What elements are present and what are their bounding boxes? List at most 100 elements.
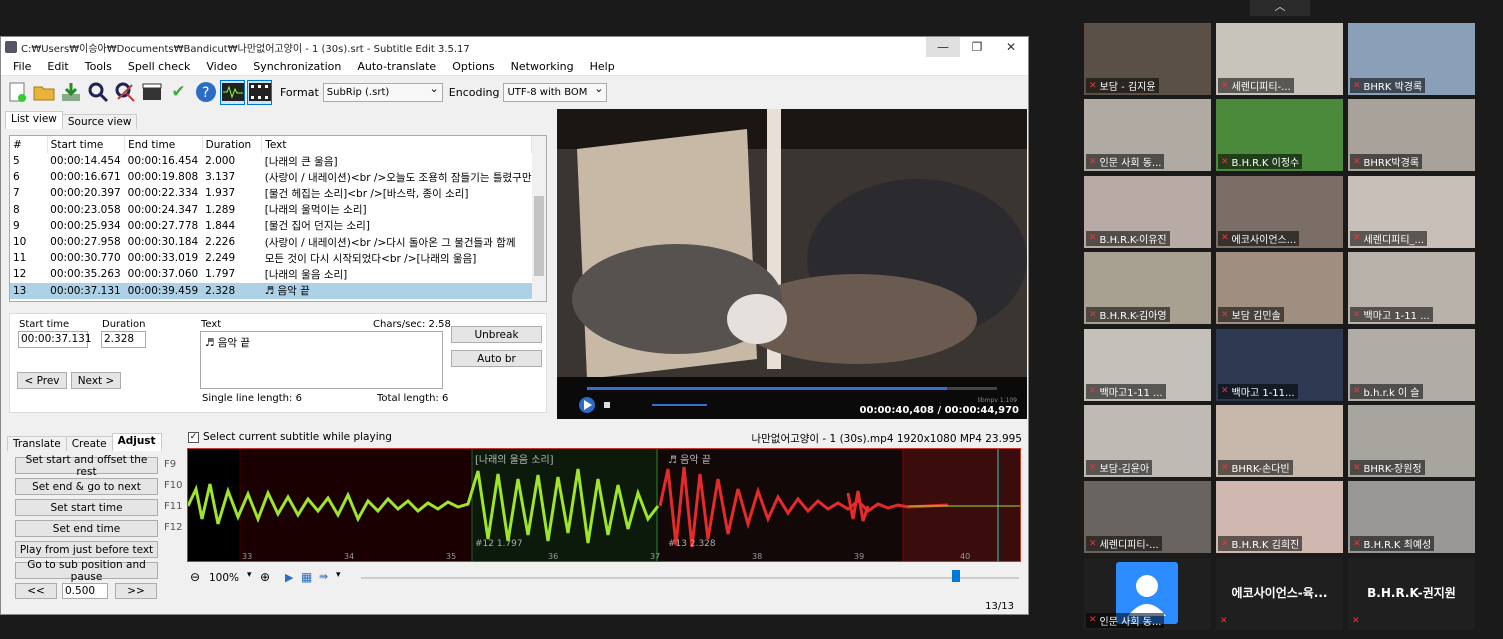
position-slider-track[interactable] (361, 577, 1019, 579)
participant-tile[interactable]: ✕ 세렌디피티-... (1216, 23, 1343, 95)
prev-button[interactable]: < Prev (17, 372, 67, 389)
menu-tools[interactable]: Tools (77, 57, 120, 76)
participant-tile[interactable]: ✕ 세렌디피티_... (1348, 175, 1475, 248)
menu-spell-check[interactable]: Spell check (120, 57, 199, 76)
subtitle-text-input[interactable]: ♬ 음악 끝 (200, 331, 443, 389)
participant-tile[interactable]: ✕ B.H.R.K 이정수 (1216, 99, 1343, 172)
participant-tile[interactable]: ✕ 인문 사회 동... (1084, 557, 1211, 630)
participant-tile[interactable]: ✕ 백마고 1-11 ... (1348, 252, 1475, 325)
participant-tile[interactable]: ✕ BHRK박경록 (1348, 99, 1475, 172)
maximize-button[interactable]: ❐ (960, 37, 994, 57)
set-start-offset-button[interactable]: Set start and offset the rest (15, 454, 158, 478)
select-current-checkbox[interactable]: ✓ (188, 432, 199, 443)
col-text[interactable]: Text (261, 136, 532, 153)
participant-tile[interactable]: ✕ 인문 사회 동... (1084, 99, 1211, 172)
menu-auto-translate[interactable]: Auto-translate (349, 57, 444, 76)
table-row[interactable]: 11 00:00:30.770 00:00:33.019 2.249 모든 것이 다시 … (10, 250, 532, 266)
go-to-sub-position-button[interactable]: Go to sub position and pause (15, 559, 158, 583)
position-slider-thumb[interactable] (952, 570, 960, 582)
table-row[interactable]: 10 00:00:27.958 00:00:30.184 2.226 (사랑이 / 내레… (10, 234, 532, 250)
visual-sync-icon[interactable] (139, 80, 164, 105)
save-download-icon[interactable] (58, 80, 83, 105)
participant-tile[interactable]: ✕ B.H.R.K-이유진 (1084, 175, 1211, 248)
participant-tile[interactable]: B.H.R.K-권지원 ✕ (1348, 557, 1475, 630)
format-select[interactable]: SubRip (.srt) (322, 80, 443, 102)
participant-tile[interactable]: ✕ 에코사이언스... (1216, 175, 1343, 248)
table-row[interactable]: 12 00:00:35.263 00:00:37.060 1.797 [나래의 울음 소… (10, 266, 532, 282)
unbreak-button[interactable]: Unbreak (451, 326, 542, 343)
grid-scrollbar[interactable] (532, 136, 546, 301)
help-icon[interactable]: ? (193, 80, 218, 105)
menu-synchronization[interactable]: Synchronization (245, 57, 349, 76)
next-button[interactable]: Next > (71, 372, 121, 389)
menu-file[interactable]: File (5, 57, 39, 76)
tab-adjust[interactable]: Adjust (111, 433, 162, 451)
col-start-time[interactable]: Start time (47, 136, 126, 153)
table-row[interactable]: 9 00:00:25.934 00:00:27.778 1.844 [물건 집어 던지는… (10, 218, 532, 234)
col-end-time[interactable]: End time (124, 136, 203, 153)
play-icon[interactable]: ▶ (285, 571, 293, 584)
set-end-time-button[interactable]: Set end time (15, 520, 158, 537)
chevron-down-icon[interactable]: ▾ (336, 570, 341, 580)
participant-tile[interactable]: ✕ BHRK 박경록 (1348, 23, 1475, 95)
participant-tile[interactable]: ✕ b.h.r.k 이 슬 (1348, 328, 1475, 401)
step-value-input[interactable]: 0.500 (62, 583, 108, 599)
table-row-selected[interactable]: 13 00:00:37.131 00:00:39.459 2.328 ♬ 음악 끝 (10, 282, 532, 299)
play-before-text-button[interactable]: Play from just before text (15, 541, 158, 558)
set-end-next-button[interactable]: Set end & go to next (15, 478, 158, 495)
menu-video[interactable]: Video (198, 57, 245, 76)
participant-tile[interactable]: ✕ B.H.R.K 김희진 (1216, 481, 1343, 554)
menu-networking[interactable]: Networking (503, 57, 582, 76)
waveform-toggle-icon[interactable] (220, 79, 245, 105)
participant-tile[interactable]: ✕ 세렌디피티-... (1084, 481, 1211, 554)
participant-tile[interactable]: ✕ 보담-김윤아 (1084, 405, 1211, 477)
participant-tile[interactable]: ✕ 백마고1-11 ... (1084, 328, 1211, 401)
encoding-select[interactable]: UTF-8 with BOM (503, 80, 608, 102)
participant-tile[interactable]: ✕ BHRK-손다빈 (1216, 405, 1343, 477)
participant-tile[interactable]: ✕ 백마고 1-11... (1216, 328, 1343, 401)
tab-create[interactable]: Create (65, 436, 113, 451)
table-row[interactable]: 7 00:00:20.397 00:00:22.334 1.937 [물건 헤집는 소리… (10, 185, 532, 201)
seek-forward-icon[interactable]: ⇛ (319, 570, 328, 583)
gallery-collapse-button[interactable]: ︿ (1250, 0, 1310, 16)
video-player[interactable]: 00:00:40,408 / 00:00:44,970 libmpv 1.109 (557, 109, 1027, 419)
zoom-out-icon[interactable]: ⊖ (190, 570, 200, 584)
zoom-in-icon[interactable]: ⊕ (260, 570, 270, 584)
scrollbar-thumb[interactable] (534, 196, 544, 276)
auto-br-button[interactable]: Auto br (451, 350, 542, 367)
start-time-input[interactable]: 00:00:37.131 (18, 331, 92, 348)
set-start-time-button[interactable]: Set start time (15, 499, 158, 516)
new-file-icon[interactable] (4, 80, 29, 105)
participant-tile[interactable]: ✕ B.H.R.K 최예성 (1348, 481, 1475, 554)
open-folder-icon[interactable] (31, 80, 56, 105)
menu-help[interactable]: Help (582, 57, 623, 76)
menu-options[interactable]: Options (444, 57, 502, 76)
col-number[interactable]: # (10, 136, 48, 153)
table-row[interactable]: 6 00:00:16.671 00:00:19.808 3.137 (사랑이 / 내레이… (10, 169, 532, 185)
chevron-down-icon[interactable]: ▾ (247, 570, 252, 580)
participant-tile[interactable]: ✕ 보담 김민솔 (1216, 252, 1343, 325)
close-button[interactable]: ✕ (994, 37, 1028, 57)
participant-tile[interactable]: ✕ B.H.R.K-김아영 (1084, 252, 1211, 325)
participant-tile[interactable]: 에코사이언스-육... ✕ (1216, 557, 1343, 630)
duration-input[interactable]: 2.328 (101, 331, 146, 348)
menu-edit[interactable]: Edit (39, 57, 76, 76)
col-duration[interactable]: Duration (202, 136, 263, 153)
spell-check-icon[interactable]: ✔ (166, 80, 191, 105)
participant-tile[interactable]: ✕ 보담 - 김지윤 (1084, 23, 1211, 95)
table-row[interactable]: 8 00:00:23.058 00:00:24.347 1.289 [나래의 울먹이는 … (10, 202, 532, 218)
grid-icon[interactable]: ▦ (301, 570, 312, 584)
waveform[interactable]: [나래의 울음 소리] ♬ 음악 끝 #12 1.797 #13 2.328 3… (187, 448, 1021, 562)
tab-source-view[interactable]: Source view (61, 114, 138, 129)
zoom-select[interactable]: 100% (209, 572, 239, 584)
step-forward-button[interactable]: >> (115, 583, 157, 599)
tab-translate[interactable]: Translate (7, 436, 67, 451)
video-toggle-icon[interactable] (247, 79, 272, 105)
tab-list-view[interactable]: List view (5, 111, 63, 129)
step-back-button[interactable]: << (15, 583, 57, 599)
replace-icon[interactable] (112, 80, 137, 105)
minimize-button[interactable]: — (926, 37, 960, 57)
participant-tile[interactable]: ✕ BHRK-장원정 (1348, 405, 1475, 477)
table-row[interactable]: 5 00:00:14.454 00:00:16.454 2.000 [나래의 큰 울음] (10, 153, 532, 169)
find-icon[interactable] (85, 80, 110, 105)
